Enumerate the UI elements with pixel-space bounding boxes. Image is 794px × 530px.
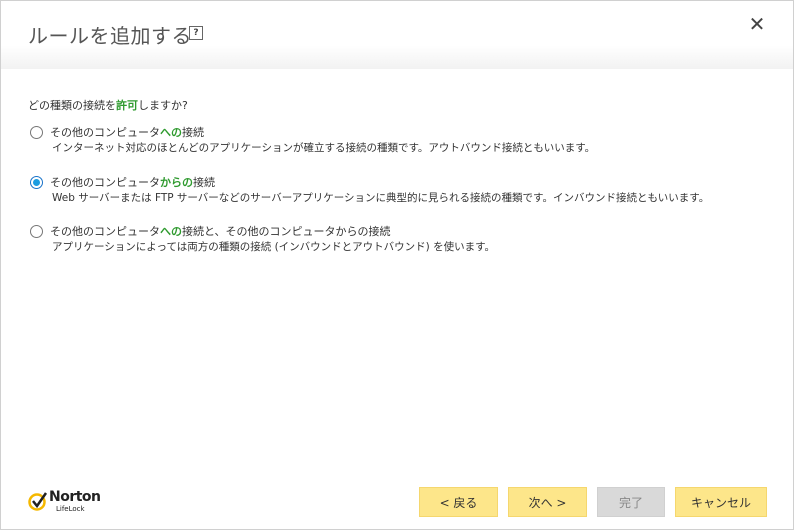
question-highlight: 許可 xyxy=(116,99,138,112)
dialog-title: ルールを追加する xyxy=(28,24,192,48)
option-title: その他のコンピュータへの接続と、その他のコンピュータからの接続 xyxy=(50,223,391,239)
option-title-suffix: 接続 xyxy=(193,176,215,189)
option-title: その他のコンピュータへの接続 xyxy=(50,124,204,140)
question-suffix: しますか? xyxy=(138,99,188,112)
help-icon[interactable]: ? xyxy=(189,26,203,40)
option-title-suffix: 接続 xyxy=(182,126,204,139)
radio-both[interactable] xyxy=(30,225,43,238)
option-title-highlight: への xyxy=(160,126,182,139)
norton-check-icon xyxy=(28,492,48,511)
logo-brand: Norton xyxy=(49,489,101,505)
radio-outbound[interactable] xyxy=(30,126,43,139)
option-title-prefix: その他のコンピュータ xyxy=(50,126,160,139)
option-title-prefix: その他のコンピュータ xyxy=(50,225,160,238)
question-label: どの種類の接続を許可しますか? xyxy=(28,97,188,113)
option-description: インターネット対応のほとんどのアプリケーションが確立する接続の種類です。アウトバ… xyxy=(52,142,596,154)
option-title-prefix: その他のコンピュータ xyxy=(50,176,160,189)
option-title: その他のコンピュータからの接続 xyxy=(50,174,215,190)
option-description: アプリケーションによっては両方の種類の接続 (インバウンドとアウトバウンド) を… xyxy=(52,241,496,253)
finish-button[interactable]: 完了 xyxy=(597,487,665,517)
option-title-suffix: 接続と、その他のコンピュータからの接続 xyxy=(182,225,391,238)
next-button[interactable]: 次へ > xyxy=(508,487,587,517)
option-description: Web サーバーまたは FTP サーバーなどのサーバーアプリケーションに典型的に… xyxy=(52,192,710,204)
norton-logo: Norton LifeLock xyxy=(28,489,118,519)
logo-sub: LifeLock xyxy=(56,505,85,513)
add-rule-dialog: ルールを追加する ? ✕ どの種類の接続を許可しますか? その他のコンピュータへ… xyxy=(0,0,794,530)
option-title-highlight: への xyxy=(160,225,182,238)
question-prefix: どの種類の接続を xyxy=(28,99,116,112)
option-title-highlight: からの xyxy=(160,176,193,189)
radio-inbound[interactable] xyxy=(30,176,43,189)
cancel-button[interactable]: キャンセル xyxy=(675,487,767,517)
close-icon[interactable]: ✕ xyxy=(746,13,768,35)
dialog-header: ルールを追加する ? ✕ xyxy=(1,1,793,69)
back-button[interactable]: < 戻る xyxy=(419,487,498,517)
